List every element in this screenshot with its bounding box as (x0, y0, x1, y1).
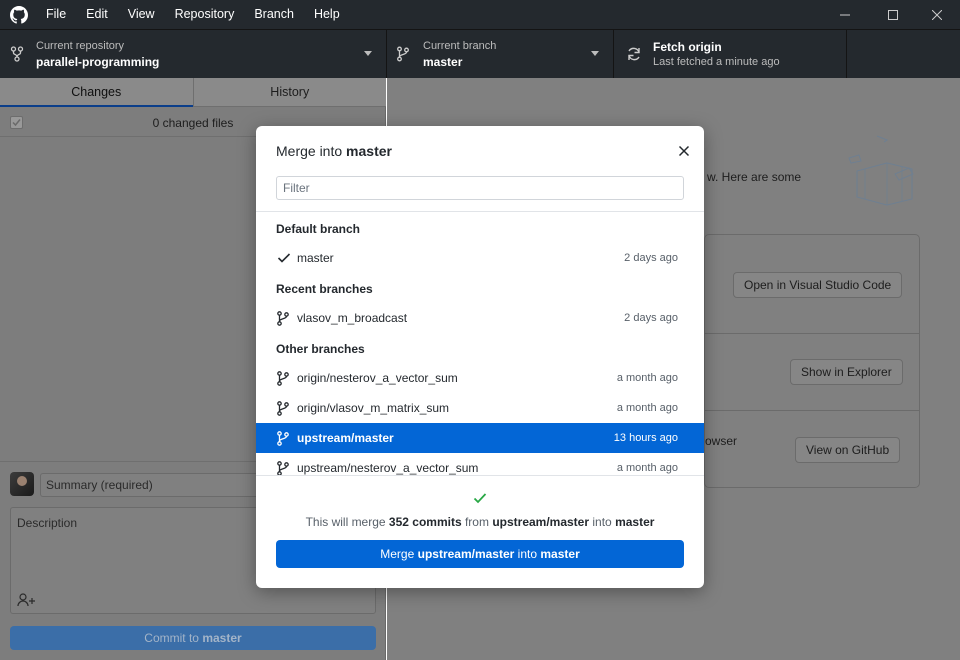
success-check-icon (473, 493, 487, 504)
merge-target-branch: master (615, 515, 655, 529)
branch-icon (277, 431, 289, 446)
merge-info-from: from (464, 515, 489, 529)
suggestion-explorer-row: Show in Explorer (705, 334, 919, 411)
branch-name: upstream/master (297, 431, 394, 445)
merge-summary: This will merge 352 commits from upstrea… (256, 515, 704, 529)
branch-row-master[interactable]: master 2 days ago (256, 243, 704, 273)
branch-time: 2 days ago (624, 252, 678, 264)
filter-input[interactable]: Filter (276, 176, 684, 200)
merge-button[interactable]: Merge upstream/master into master (276, 540, 684, 568)
merge-button-source: upstream/master (417, 547, 515, 561)
menu-view[interactable]: View (118, 0, 165, 29)
minimize-icon (840, 14, 850, 15)
branch-row-origin-nesterov[interactable]: origin/nesterov_a_vector_sum a month ago (256, 363, 704, 393)
branch-list: Default branch master 2 days ago Recent … (256, 211, 704, 476)
menu-bar: File Edit View Repository Branch Help (36, 0, 350, 29)
branch-time: 2 days ago (624, 312, 678, 324)
intro-text: w. Here are some (707, 170, 802, 184)
show-in-explorer-button[interactable]: Show in Explorer (790, 359, 903, 385)
branch-name: master (297, 251, 334, 265)
title-bar: File Edit View Repository Branch Help (0, 0, 960, 29)
close-window-button[interactable] (914, 0, 960, 29)
merge-source-branch: upstream/master (492, 515, 590, 529)
dialog-title: Merge into master (276, 143, 392, 159)
menu-edit[interactable]: Edit (76, 0, 118, 29)
branch-value: master (423, 55, 463, 69)
merge-dialog: Merge into master Filter Default branch … (256, 126, 704, 588)
fetch-subtitle: Last fetched a minute ago (653, 56, 780, 68)
repo-label: Current repository (36, 40, 125, 52)
fetch-label: Fetch origin (653, 40, 722, 54)
merge-info-prefix: This will merge (305, 515, 386, 529)
suggestion-editor-row: Open in Visual Studio Code (705, 235, 919, 334)
avatar (10, 472, 34, 496)
caret-down-icon (591, 51, 599, 56)
branch-icon (277, 461, 289, 475)
toolbar: Current repository parallel-programming … (0, 29, 960, 78)
dialog-title-prefix: Merge into (276, 143, 343, 159)
open-in-editor-button[interactable]: Open in Visual Studio Code (733, 272, 903, 298)
merge-commit-count: 352 commits (388, 515, 462, 529)
branch-icon (397, 46, 409, 62)
description-placeholder: Description (17, 516, 78, 530)
branch-name: upstream/nesterov_a_vector_sum (297, 461, 479, 475)
minimize-button[interactable] (822, 0, 868, 29)
branch-icon (277, 401, 289, 416)
tab-changes[interactable]: Changes (0, 78, 193, 107)
group-header-default: Default branch (276, 222, 361, 236)
merge-button-target: master (540, 547, 580, 561)
dialog-title-branch: master (346, 143, 392, 159)
menu-branch[interactable]: Branch (244, 0, 304, 29)
tab-history[interactable]: History (192, 78, 387, 106)
branch-name: vlasov_m_broadcast (297, 311, 408, 325)
group-header-recent: Recent branches (276, 282, 373, 296)
menu-help[interactable]: Help (304, 0, 350, 29)
branch-label: Current branch (423, 40, 497, 52)
merge-button-into: into (517, 547, 538, 561)
sidebar-tabs: Changes History (0, 78, 386, 107)
group-header-other: Other branches (276, 342, 365, 356)
branch-name: origin/vlasov_m_matrix_sum (297, 401, 450, 415)
commit-button-prefix: Commit to (144, 631, 199, 645)
commit-button-branch: master (202, 631, 242, 645)
menu-repository[interactable]: Repository (165, 0, 245, 29)
github-logo-icon (10, 6, 28, 24)
branch-row-origin-vlasov-matrix[interactable]: origin/vlasov_m_matrix_sum a month ago (256, 393, 704, 423)
current-branch-dropdown[interactable]: Current branch master (387, 30, 614, 78)
fetch-origin-button[interactable]: Fetch origin Last fetched a minute ago (614, 30, 847, 78)
branch-time: 13 hours ago (613, 432, 678, 444)
commit-button[interactable]: Commit to master (10, 626, 376, 650)
view-on-github-button[interactable]: View on GitHub (795, 437, 901, 463)
branch-time: a month ago (616, 372, 678, 384)
empty-state-illustration (848, 135, 914, 206)
maximize-button[interactable] (870, 0, 916, 29)
close-window-icon (932, 9, 942, 20)
branch-row-vlasov-broadcast[interactable]: vlasov_m_broadcast 2 days ago (256, 303, 704, 333)
branch-icon (277, 311, 289, 326)
suggestion-github-row: owser View on GitHub (705, 411, 919, 487)
menu-file[interactable]: File (36, 0, 76, 29)
branch-icon (277, 371, 289, 386)
repo-value: parallel-programming (36, 55, 160, 69)
branch-name: origin/nesterov_a_vector_sum (297, 371, 458, 385)
suggestions-panel: Open in Visual Studio Code Show in Explo… (704, 234, 920, 488)
branch-row-upstream-master[interactable]: upstream/master 13 hours ago (256, 423, 704, 453)
sync-icon (628, 47, 640, 61)
branch-time: a month ago (616, 462, 678, 474)
branch-time: a month ago (616, 402, 678, 414)
add-coauthor-icon[interactable] (17, 592, 37, 608)
maximize-icon (888, 9, 898, 20)
close-icon[interactable] (676, 143, 692, 159)
merge-info-into: into (592, 515, 612, 529)
check-icon (277, 253, 291, 263)
current-repository-dropdown[interactable]: Current repository parallel-programming (0, 30, 387, 78)
browser-text: owser (705, 434, 738, 448)
branch-row-upstream-nesterov[interactable]: upstream/nesterov_a_vector_sum a month a… (256, 453, 704, 475)
caret-down-icon (364, 51, 372, 56)
repo-icon (10, 46, 24, 62)
merge-button-prefix: Merge (380, 547, 415, 561)
